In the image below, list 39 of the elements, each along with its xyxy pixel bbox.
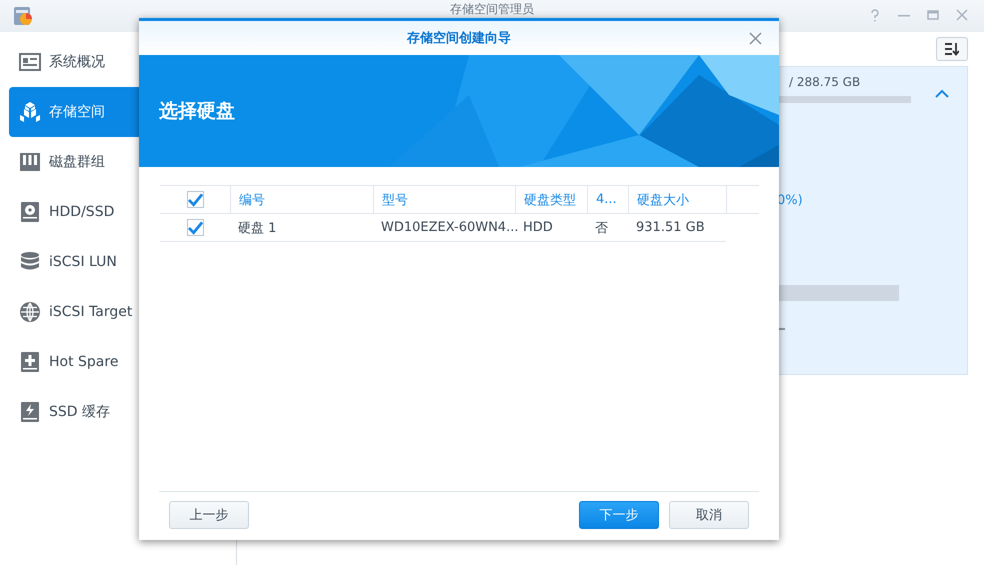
table-cell: WD10EZEX-60WN4... [381,220,518,235]
plus-drive-icon [19,351,41,373]
collapse-icon[interactable] [935,89,949,98]
dialog-title: 存储空间创建向导 [407,30,511,47]
dialog-button[interactable]: 上一步 [169,501,249,529]
capacity-text: / 288.75 GB [789,75,860,89]
globe-icon [19,301,41,323]
app-logo-icon [12,5,34,27]
column-header[interactable]: 硬盘类型 [524,190,576,208]
column-header[interactable]: 型号 [382,190,408,208]
sidebar-item[interactable]: 系统概况 [9,37,236,87]
row-checkbox[interactable] [186,219,204,236]
window-title: 存储空间管理员 [449,2,535,16]
dialog-button[interactable]: 取消 [669,501,749,529]
close-icon[interactable] [749,32,762,45]
help-icon[interactable] [869,9,881,23]
column-header[interactable]: 4... [596,192,617,207]
table-cell-text: 硬盘 1 [238,220,276,236]
cubes-icon [19,101,41,123]
sidebar-item[interactable]: iSCSI LUN [9,237,236,287]
sidebar-item[interactable]: SSD 缓存 [9,387,236,437]
sidebar-item[interactable]: 磁盘群组 [9,137,236,187]
close-icon[interactable] [956,9,968,21]
table-cell: HDD [523,220,553,235]
sidebar-item[interactable]: Hot Spare [9,337,236,387]
step-heading: 选择硬盘 [159,99,235,124]
maximize-icon[interactable] [927,9,939,21]
table-cell-text: 否 [595,220,608,236]
table-cell: 931.51 GB [636,220,705,235]
sidebar-item[interactable]: iSCSI Target [9,287,236,337]
id-card-icon [19,51,41,73]
sidebar-item[interactable]: HDD/SSD [9,187,236,237]
lightning-drive-icon [19,401,41,423]
select-all-checkbox[interactable] [186,191,204,208]
column-header[interactable]: 编号 [239,190,265,208]
columns-icon [19,151,41,173]
sort-icon [945,42,959,56]
sort-button[interactable] [936,37,968,61]
column-header[interactable]: 硬盘大小 [637,190,689,208]
